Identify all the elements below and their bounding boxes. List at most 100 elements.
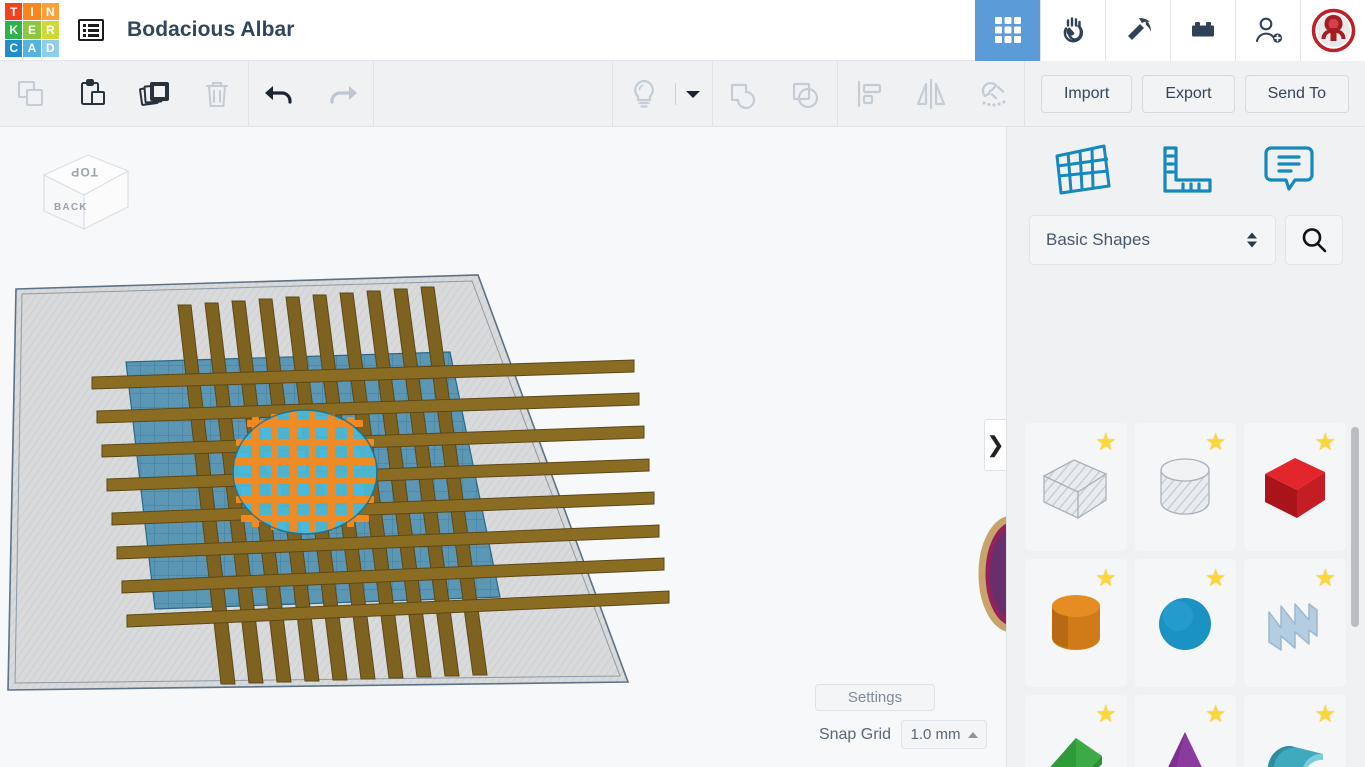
mirror-button[interactable] (900, 61, 962, 127)
shapes-panel: Basic Shapes ★ ★ ★ ★ ★ ★ ★ ★ ★ (1006, 127, 1365, 767)
scribble-icon (1268, 603, 1318, 651)
duplicate-button[interactable] (124, 61, 186, 127)
group-button[interactable] (713, 61, 775, 127)
favorite-star-icon[interactable]: ★ (1095, 431, 1117, 455)
panel-scrollbar[interactable] (1351, 427, 1359, 627)
undo-arrow-icon (265, 85, 292, 104)
logo-tile: D (41, 39, 59, 57)
duplicate-icon (139, 81, 169, 106)
snap-grid-select[interactable]: 1.0 mm (901, 720, 987, 749)
nav-invite-people[interactable] (1235, 0, 1300, 61)
chevron-up-icon (967, 731, 978, 738)
file-actions-group: Import Export Send To (1025, 61, 1365, 127)
shape-item-cone[interactable]: ★ (1134, 695, 1237, 767)
sphere-object[interactable] (232, 409, 378, 535)
page-title[interactable]: Bodacious Albar (127, 18, 295, 42)
tab-ruler[interactable] (1155, 142, 1217, 198)
stepper-arrows-icon (1247, 232, 1257, 248)
nav-minecraft[interactable] (1105, 0, 1170, 61)
shape-item-box[interactable]: ★ (1244, 423, 1346, 551)
copy-button[interactable] (0, 61, 62, 127)
box-icon (1265, 458, 1326, 518)
align-button[interactable] (838, 61, 900, 127)
ruler-icon (1163, 145, 1212, 193)
edit-tools-group (0, 61, 248, 127)
favorite-star-icon[interactable]: ★ (1314, 703, 1336, 727)
group-tools-group (713, 61, 837, 127)
favorite-star-icon[interactable]: ★ (1205, 567, 1227, 591)
logo-tile: R (41, 21, 59, 39)
toolbar-divider (373, 60, 374, 127)
ungroup-shapes-icon (792, 82, 819, 108)
magnet-button[interactable] (962, 61, 1024, 127)
shape-item-box-hole[interactable]: ★ (1025, 423, 1127, 551)
mirror-flip-icon (916, 78, 946, 109)
shape-library-select[interactable]: Basic Shapes (1029, 215, 1276, 265)
align-icon (857, 80, 882, 107)
snap-grid-value: 1.0 mm (910, 726, 961, 743)
cylinder-hole-icon (1160, 458, 1211, 515)
nav-3d-designs[interactable] (975, 0, 1040, 61)
notes-callout-icon (1264, 145, 1314, 191)
shape-item-cylinder[interactable]: ★ (1025, 559, 1127, 687)
shape-library-controls: Basic Shapes (1007, 212, 1365, 268)
shape-item-scribble[interactable]: ★ (1244, 559, 1346, 687)
copy-icon (18, 80, 43, 106)
circuits-hand-icon (1063, 17, 1084, 43)
undo-button[interactable] (249, 61, 311, 127)
favorite-star-icon[interactable]: ★ (1095, 567, 1117, 591)
header-nav (975, 0, 1365, 61)
avatar[interactable] (1300, 0, 1365, 61)
shape-library-value: Basic Shapes (1046, 230, 1150, 249)
logo-tile: E (23, 21, 41, 39)
shape-item-wedge[interactable]: ★ (1025, 695, 1127, 767)
shape-item-roof[interactable]: ★ (1244, 695, 1346, 767)
nav-lego[interactable] (1170, 0, 1235, 61)
lego-brick-icon (1192, 22, 1214, 37)
lightbulb-icon (634, 79, 654, 108)
panel-collapse-toggle[interactable]: ❯ (984, 419, 1006, 471)
settings-button[interactable]: Settings (815, 684, 935, 711)
logo-tile: A (23, 39, 41, 57)
align-tools-group (838, 61, 1024, 127)
favorite-star-icon[interactable]: ★ (1314, 567, 1336, 591)
tab-notes[interactable] (1258, 142, 1320, 198)
chevron-down-icon (685, 90, 700, 98)
history-tools-group (249, 61, 373, 127)
nav-circuits[interactable] (1040, 0, 1105, 61)
send-to-button[interactable]: Send To (1244, 74, 1349, 113)
group-shapes-icon (730, 83, 756, 109)
tab-workplane[interactable] (1052, 142, 1114, 198)
favorite-star-icon[interactable]: ★ (1205, 431, 1227, 455)
redo-arrow-icon (330, 85, 357, 104)
add-user-icon (1255, 17, 1283, 43)
cylinder-icon (1051, 595, 1100, 650)
snap-grid-label: Snap Grid (818, 725, 891, 743)
panel-tab-bar (1007, 127, 1365, 212)
export-button[interactable]: Export (1142, 74, 1235, 113)
search-button[interactable] (1285, 215, 1343, 265)
workplane-grid-icon (1055, 144, 1111, 194)
snap-grid-control: Snap Grid 1.0 mm (819, 720, 987, 749)
redo-button[interactable] (311, 61, 373, 127)
import-button[interactable]: Import (1040, 74, 1133, 113)
lighting-button[interactable] (613, 61, 675, 127)
ungroup-button[interactable] (775, 61, 837, 127)
shape-item-cylinder-hole[interactable]: ★ (1134, 423, 1237, 551)
delete-button[interactable] (186, 61, 248, 127)
lighting-dropdown-button[interactable] (674, 61, 712, 127)
three-d-model-viewport[interactable] (0, 127, 1006, 767)
project-menu-button[interactable] (69, 8, 113, 52)
design-canvas[interactable]: TOP BACK Settings Snap Grid 1.0 mm ❯ (0, 127, 1006, 767)
favorite-star-icon[interactable]: ★ (1095, 703, 1117, 727)
favorite-star-icon[interactable]: ★ (1314, 431, 1336, 455)
paste-button[interactable] (62, 61, 124, 127)
favorite-star-icon[interactable]: ★ (1205, 703, 1227, 727)
shape-item-sphere[interactable]: ★ (1134, 559, 1237, 687)
offscreen-object[interactable] (978, 516, 1006, 632)
magnet-snap-icon (981, 81, 1006, 107)
logo-tile: T (5, 3, 23, 21)
search-icon (1302, 228, 1327, 253)
tinkercad-logo[interactable]: T I N K E R C A D (5, 3, 59, 57)
trash-icon (206, 81, 228, 107)
